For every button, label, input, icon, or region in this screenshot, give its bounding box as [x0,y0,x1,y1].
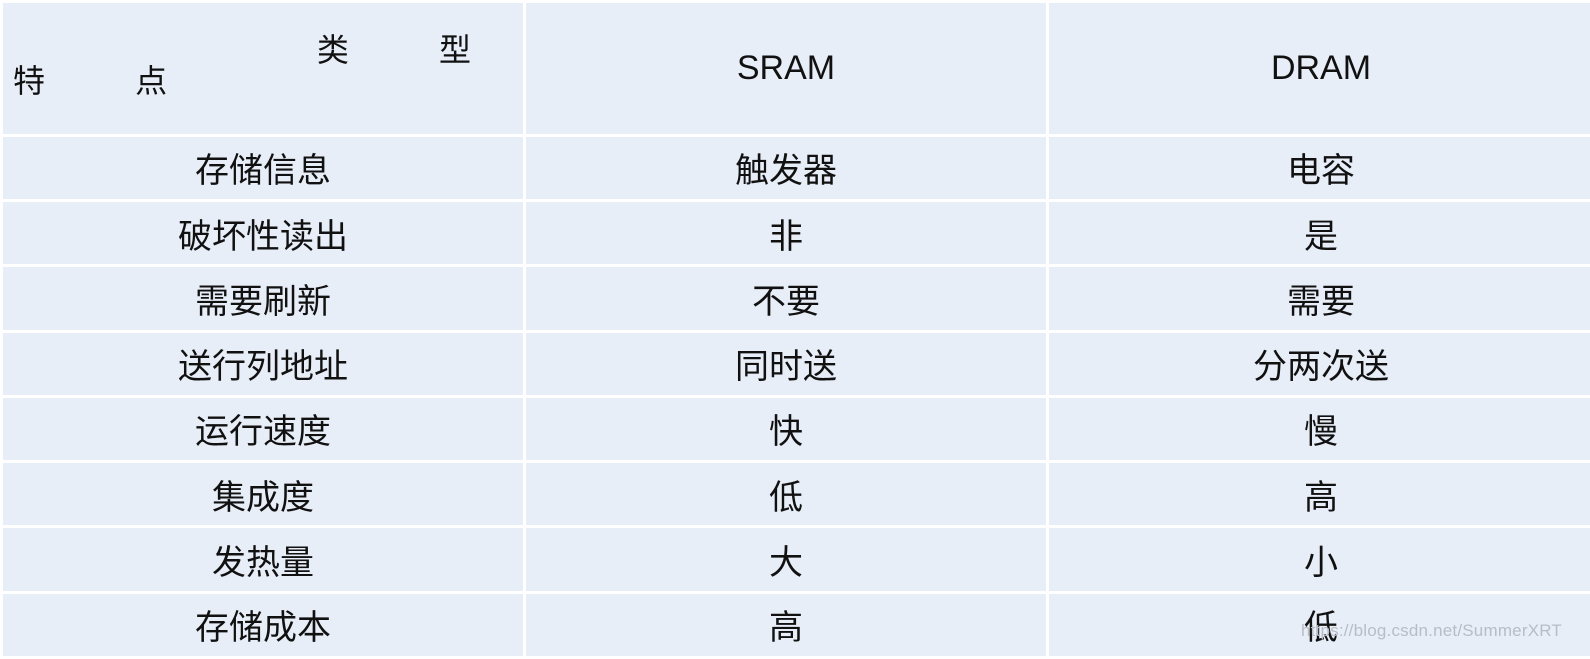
dram-cell: 分两次送 [1049,332,1590,395]
page: 类 型 特 点 SRAM DRAM 存储信息 触发器 电容 破坏性读出 非 是 … [0,0,1590,659]
column-header-dram: DRAM [1049,3,1590,134]
dram-cell: 慢 [1049,397,1590,461]
header-row: 类 型 特 点 SRAM DRAM [3,3,1590,134]
sram-cell: 高 [526,593,1046,656]
feature-cell: 发热量 [3,528,523,591]
corner-type-label: 类 型 [316,31,511,69]
feature-cell: 运行速度 [3,397,523,461]
sram-cell: 同时送 [526,332,1046,395]
feature-cell: 破坏性读出 [3,201,523,265]
comparison-table: 类 型 特 点 SRAM DRAM 存储信息 触发器 电容 破坏性读出 非 是 … [0,0,1590,659]
dram-cell: 小 [1049,528,1590,591]
dram-cell: 高 [1049,463,1590,526]
watermark-text: https://blog.csdn.net/SummerXRT [1300,621,1562,640]
sram-cell: 大 [526,528,1046,591]
corner-feature-label: 特 点 [13,61,208,100]
sram-cell: 不要 [526,267,1046,330]
feature-cell: 存储信息 [3,136,523,199]
dram-cell: 电容 [1049,136,1590,199]
sram-cell: 低 [526,463,1046,526]
corner-header-cell: 类 型 特 点 [3,3,523,134]
sram-cell: 触发器 [526,136,1046,199]
sram-cell: 非 [526,201,1046,265]
feature-cell: 存储成本 [3,593,523,656]
feature-cell: 集成度 [3,463,523,526]
feature-cell: 送行列地址 [3,332,523,395]
table-row: 需要刷新 不要 需要 [3,267,1590,330]
feature-cell: 需要刷新 [3,267,523,330]
column-header-sram: SRAM [526,3,1046,134]
dram-cell: 是 [1049,201,1590,265]
table-row: 运行速度 快 慢 [3,397,1590,461]
dram-cell: 需要 [1049,267,1590,330]
sram-cell: 快 [526,397,1046,461]
table-row: 送行列地址 同时送 分两次送 [3,332,1590,395]
table-row: 集成度 低 高 [3,463,1590,526]
table-row: 发热量 大 小 [3,528,1590,591]
table-row: 破坏性读出 非 是 [3,201,1590,265]
table-row: 存储信息 触发器 电容 [3,136,1590,199]
